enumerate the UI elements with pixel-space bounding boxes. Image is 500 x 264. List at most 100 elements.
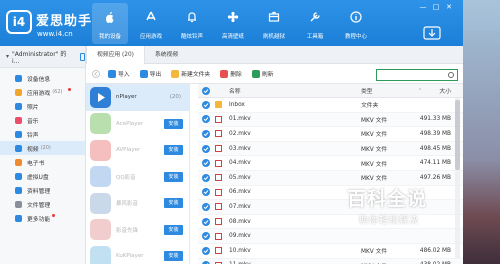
- desktop-background: [463, 30, 500, 264]
- scrollbar-thumb[interactable]: [455, 100, 460, 170]
- sidebar-item-count: (20): [40, 145, 51, 151]
- sidebar-item-2[interactable]: 应用游戏 (62): [0, 85, 85, 99]
- check-icon: [203, 117, 209, 122]
- nav-item-6[interactable]: 工具箱: [297, 3, 333, 44]
- check-icon: [203, 248, 209, 253]
- app-icon: [90, 219, 111, 241]
- sidebar-item-8[interactable]: 虚拟U盘: [0, 169, 85, 183]
- app-name: AVPlayer: [116, 147, 141, 154]
- column-size[interactable]: 大小: [439, 86, 451, 95]
- nav-item-2[interactable]: 应用游戏: [133, 3, 169, 44]
- sidebar-item-5[interactable]: 铃声: [0, 127, 85, 141]
- nav-label: 高清壁纸: [221, 34, 244, 40]
- nav-item-4[interactable]: 高清壁纸: [215, 3, 251, 44]
- app-name: AcePlayer: [116, 120, 144, 127]
- app-icon: [90, 113, 111, 135]
- sidebar-item-3[interactable]: 照片: [0, 99, 85, 113]
- sidebar-item-7[interactable]: 电子书: [0, 155, 85, 169]
- table-row[interactable]: 01.mkv MKV 文件 491.33 MB: [198, 112, 463, 128]
- nav-item-3[interactable]: 酷炫铃声: [174, 3, 210, 44]
- sidebar-item-label: 视频: [27, 146, 39, 153]
- sidebar-item-9[interactable]: 资料管理: [0, 183, 85, 197]
- tab-video-apps[interactable]: 视频应用 (20): [86, 46, 145, 64]
- app-name: 影音先锋: [116, 227, 139, 234]
- install-button[interactable]: 安装: [164, 198, 183, 209]
- back-button[interactable]: [92, 69, 100, 78]
- file-size: 498.45 MB: [419, 145, 451, 152]
- install-button[interactable]: 安装: [164, 171, 183, 182]
- table-row[interactable]: 03.mkv MKV 文件 498.45 MB: [198, 141, 463, 157]
- app-list-item[interactable]: QQ影音 安装: [86, 164, 189, 191]
- table-row[interactable]: Inbox 文件夹: [198, 98, 463, 113]
- app-list-item[interactable]: KuKPlayer 安装: [86, 243, 189, 264]
- row-checkbox[interactable]: [202, 246, 210, 255]
- new-folder-button[interactable]: 新建文件夹: [171, 69, 210, 78]
- row-checkbox[interactable]: [202, 144, 210, 153]
- row-checkbox[interactable]: [202, 115, 210, 124]
- app-count: (20): [169, 94, 181, 101]
- refresh-button[interactable]: 刷新: [251, 69, 274, 78]
- install-button[interactable]: 安装: [164, 145, 183, 156]
- row-checkbox[interactable]: [202, 217, 210, 226]
- row-checkbox[interactable]: [202, 188, 210, 197]
- install-button[interactable]: 安装: [164, 224, 183, 235]
- app-list-item[interactable]: AcePlayer 安装: [86, 111, 189, 138]
- install-button[interactable]: 安装: [164, 118, 183, 129]
- app-list-item[interactable]: nPlayer (20): [86, 84, 189, 111]
- toolbar-button-label: 刷新: [261, 72, 274, 78]
- install-button[interactable]: 安装: [164, 251, 183, 262]
- sidebar-item-label: 资料管理: [27, 188, 51, 195]
- app-list-item[interactable]: 暴风影音 安装: [86, 190, 189, 217]
- table-row[interactable]: 11.mkvMKV 文件438.02 MB: [198, 258, 463, 264]
- file-name: 09.mkv: [229, 233, 251, 240]
- nav-item-5[interactable]: 刷机越狱: [256, 3, 292, 44]
- row-checkbox[interactable]: [202, 100, 210, 109]
- sidebar-item-icon: [15, 102, 22, 110]
- delete-button[interactable]: 删除: [220, 69, 242, 78]
- nav-label: 工具箱: [306, 34, 324, 40]
- select-all-checkbox[interactable]: [202, 86, 210, 95]
- device-selector[interactable]: ▾ "Administrator" 的 i...: [0, 46, 85, 68]
- new-folder-icon: [171, 69, 180, 78]
- sort-icon: ⌃: [418, 87, 423, 94]
- row-checkbox[interactable]: [202, 173, 210, 182]
- sidebar-item-icon: [15, 88, 22, 96]
- app-list-item[interactable]: 影音先锋 安装: [86, 217, 189, 244]
- row-checkbox[interactable]: [202, 232, 210, 241]
- column-name[interactable]: 名称: [229, 86, 241, 95]
- import-button[interactable]: 导入: [108, 69, 130, 78]
- sidebar-item-label: 电子书: [27, 160, 45, 167]
- row-checkbox[interactable]: [202, 159, 210, 168]
- sidebar-item-icon: [15, 74, 22, 82]
- row-checkbox[interactable]: [202, 129, 210, 138]
- download-manager-button[interactable]: [423, 26, 441, 40]
- sidebar-item-11[interactable]: 更多功能: [0, 211, 85, 225]
- nav-item-1[interactable]: 我的设备: [92, 3, 128, 44]
- app-icon: [90, 86, 111, 108]
- sidebar-item-4[interactable]: 音乐: [0, 113, 85, 127]
- tab-system-videos[interactable]: 系统视频: [145, 46, 188, 64]
- app-list-item[interactable]: AVPlayer 安装: [86, 137, 189, 164]
- nav-label: 教程中心: [344, 34, 367, 40]
- watermark: 百科全说 助你轻松解决: [339, 180, 463, 250]
- sidebar-item-10[interactable]: 文件管理: [0, 197, 85, 211]
- sidebar-item-icon: [15, 130, 22, 138]
- row-checkbox[interactable]: [202, 202, 210, 211]
- search-icon[interactable]: [448, 72, 454, 78]
- search-input[interactable]: [376, 69, 458, 81]
- sidebar-item-1[interactable]: 设备信息: [0, 71, 85, 85]
- sidebar-item-label: 虚拟U盘: [27, 174, 49, 181]
- close-button[interactable]: ✕: [444, 3, 454, 11]
- table-row[interactable]: 02.mkv MKV 文件 498.39 MB: [198, 127, 463, 142]
- video-file-icon: [215, 174, 222, 182]
- nav-item-7[interactable]: 教程中心: [338, 3, 374, 44]
- column-type[interactable]: 类型: [361, 86, 373, 95]
- export-button[interactable]: 导出: [139, 69, 161, 78]
- sidebar-item-label: 照片: [27, 104, 39, 111]
- table-row[interactable]: 04.mkv MKV 文件 474.11 MB: [198, 156, 463, 171]
- sidebar-item-6[interactable]: 视频 (20): [0, 141, 85, 155]
- maximize-button[interactable]: □: [431, 3, 441, 11]
- minimize-button[interactable]: —: [418, 3, 428, 11]
- chevron-down-icon: ▾: [6, 53, 10, 60]
- video-file-icon: [215, 145, 222, 153]
